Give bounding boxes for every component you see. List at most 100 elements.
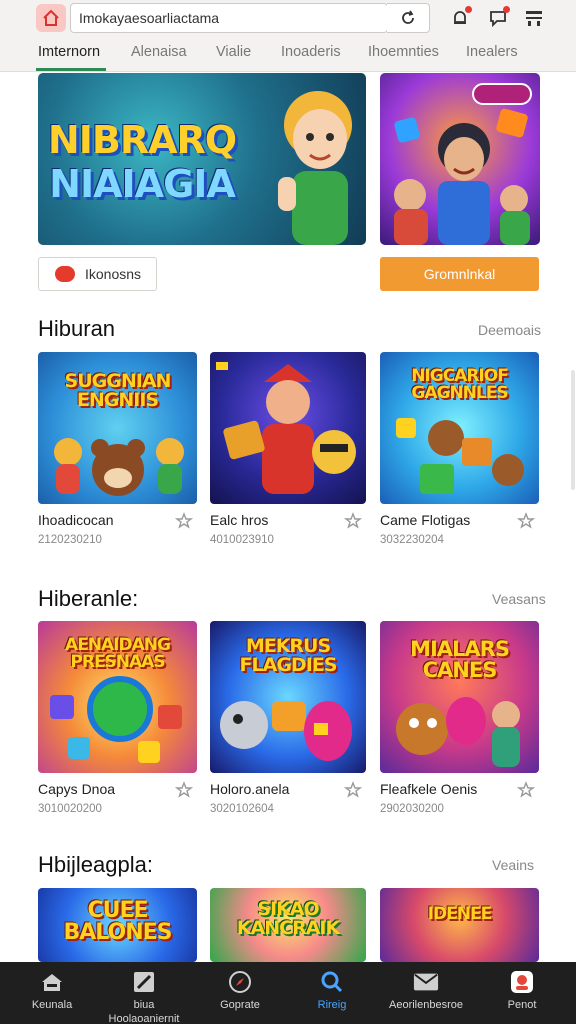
game-card[interactable]: CUEE BALONES bbox=[38, 888, 197, 962]
hero-outline-button[interactable]: Ikonosns bbox=[38, 257, 157, 291]
game-card[interactable]: SIKAO KANCRAIK bbox=[210, 888, 369, 962]
hero-badge bbox=[472, 83, 532, 105]
robot-characters-art bbox=[220, 701, 352, 761]
tab-0[interactable]: Imternorn bbox=[38, 44, 100, 60]
game-card[interactable]: IDENEE bbox=[380, 888, 539, 962]
nav-label: Aeorilenbesroe bbox=[389, 999, 463, 1011]
brush-icon bbox=[134, 972, 154, 992]
section-1-title: Hiburan bbox=[38, 316, 116, 341]
tab-5[interactable]: Inealers bbox=[466, 44, 518, 60]
house-icon bbox=[42, 974, 62, 991]
game-thumbnail: MEKRUS FLAGDIES bbox=[210, 621, 366, 773]
reload-icon bbox=[402, 10, 414, 24]
nav-item-profile[interactable]: Penot bbox=[474, 962, 570, 1024]
search-icon bbox=[321, 971, 343, 993]
chat-button[interactable] bbox=[486, 6, 510, 30]
menu-button[interactable] bbox=[522, 6, 546, 30]
nav-item-home[interactable]: Keunala bbox=[4, 962, 100, 1024]
bear-character bbox=[54, 438, 184, 496]
bear-boxes-art bbox=[396, 418, 524, 494]
reload-button[interactable] bbox=[387, 3, 430, 33]
nav-label: Penot bbox=[507, 999, 537, 1011]
section-1-link[interactable]: Deemoais bbox=[478, 322, 541, 338]
hero-side-characters bbox=[394, 108, 530, 245]
section-2-link[interactable]: Veasans bbox=[492, 591, 546, 607]
game-meta: 3020102604 bbox=[210, 803, 274, 815]
compass-icon bbox=[229, 971, 251, 993]
hero-orange-button[interactable]: Gromnlnkal bbox=[380, 257, 539, 291]
game-card[interactable]: MEKRUS FLAGDIES Holoro.anela 3020102604 bbox=[210, 621, 369, 815]
game-thumbnail: IDENEE bbox=[380, 888, 539, 962]
bookmark-star-icon[interactable] bbox=[344, 512, 362, 530]
nav-label: Goprate bbox=[220, 999, 260, 1011]
tab-1[interactable]: Alenaisa bbox=[131, 44, 187, 60]
nav-item-create[interactable]: biua Hoolaoaniernit bbox=[96, 962, 192, 1024]
hero-banner-side[interactable] bbox=[380, 73, 540, 245]
grid-menu-icon bbox=[526, 11, 542, 26]
tab-2[interactable]: Vialie bbox=[216, 44, 251, 60]
game-art-text: MEKRUS FLAGDIES bbox=[239, 635, 338, 676]
nav-label: Rireig bbox=[317, 999, 347, 1011]
section-3-title: Hbijleagpla: bbox=[38, 852, 153, 877]
tab-3[interactable]: Inoaderis bbox=[281, 44, 341, 60]
bookmark-star-icon[interactable] bbox=[344, 781, 362, 799]
nav-item-search[interactable]: Rireig bbox=[284, 962, 380, 1024]
adventure-characters-art bbox=[396, 697, 520, 767]
bookmark-star-icon[interactable] bbox=[517, 781, 535, 799]
game-thumbnail: AENAIDANG PRESNAAS bbox=[38, 621, 197, 773]
game-art-text: SUGGNIAN ENGNIIS bbox=[64, 370, 172, 411]
game-title: Fleafkele Oenis bbox=[380, 781, 478, 797]
tab-4[interactable]: Ihoemnties bbox=[368, 44, 439, 60]
game-meta: 4010023910 bbox=[210, 534, 274, 546]
game-title: Came Flotigas bbox=[380, 512, 471, 528]
hero-character-boy bbox=[278, 91, 352, 245]
game-title: Capys Dnoa bbox=[38, 781, 116, 797]
scrollbar[interactable] bbox=[571, 370, 575, 490]
game-title: Ihoadicocan bbox=[38, 512, 114, 528]
game-meta: 2902030200 bbox=[380, 803, 444, 815]
game-art-text: AENAIDANG PRESNAAS bbox=[65, 635, 171, 672]
bookmark-star-icon[interactable] bbox=[175, 512, 193, 530]
nav-item-explore[interactable]: Goprate bbox=[192, 962, 288, 1024]
bottom-navigation: Keunala biua Hoolaoaniernit Goprate Rire… bbox=[0, 962, 576, 1024]
browser-toolbar: Imokayaesoarliactama bbox=[0, 0, 576, 38]
game-meta: 3032230204 bbox=[380, 534, 444, 546]
game-meta: 2120230210 bbox=[38, 534, 102, 546]
chat-dot bbox=[503, 6, 510, 13]
home-icon bbox=[43, 9, 59, 26]
game-thumbnail: SUGGNIAN ENGNIIS bbox=[38, 352, 197, 504]
address-bar[interactable]: Imokayaesoarliactama bbox=[70, 3, 388, 33]
game-art-text: SIKAO KANCRAIK bbox=[236, 898, 340, 939]
hero-outline-button-label: Ikonosns bbox=[85, 266, 142, 282]
game-card[interactable]: MIALARS CANES Fleafkele Oenis 2902030200 bbox=[380, 621, 539, 815]
bookmark-star-icon[interactable] bbox=[517, 512, 535, 530]
bookmark-star-icon[interactable] bbox=[175, 781, 193, 799]
section-2-title: Hiberanle: bbox=[38, 586, 139, 611]
game-title: Ealc hros bbox=[210, 512, 269, 528]
notification-dot bbox=[465, 6, 472, 13]
notifications-button[interactable] bbox=[448, 6, 472, 30]
hero-art-line2: NIAIAGIA bbox=[49, 162, 236, 206]
game-card[interactable]: AENAIDANG PRESNAAS Capys Dnoa 3010020200 bbox=[38, 621, 197, 815]
game-art-text: NIGCARIOF GAGNNLES bbox=[411, 366, 509, 403]
globe-blocks-art bbox=[50, 676, 182, 763]
game-controller-icon bbox=[55, 266, 75, 282]
game-card[interactable]: NIGCARIOF GAGNNLES Came Flotigas 3032230… bbox=[380, 352, 539, 546]
game-thumbnail: NIGCARIOF GAGNNLES bbox=[380, 352, 539, 504]
game-art-text: IDENEE bbox=[427, 904, 493, 924]
game-thumbnail: MIALARS CANES bbox=[380, 621, 539, 773]
game-thumbnail: SIKAO KANCRAIK bbox=[210, 888, 366, 962]
category-tabs: Imternorn Alenaisa Vialie Inoaderis Ihoe… bbox=[0, 38, 576, 72]
game-title: Holoro.anela bbox=[210, 781, 290, 797]
nav-item-messages[interactable]: Aeorilenbesroe bbox=[378, 962, 474, 1024]
game-thumbnail: CUEE BALONES bbox=[38, 888, 197, 962]
hero-art-line1: NIBRARQ bbox=[47, 118, 237, 162]
active-tab-indicator bbox=[36, 68, 106, 71]
hero-banner-main[interactable]: NIBRARQ NIAIAGIA bbox=[38, 73, 366, 245]
home-button[interactable] bbox=[36, 4, 66, 32]
section-3-link[interactable]: Veains bbox=[492, 857, 534, 873]
game-card[interactable]: SUGGNIAN ENGNIIS Ihoadicocan 2120230210 bbox=[38, 352, 197, 546]
game-thumbnail bbox=[210, 352, 366, 504]
mail-icon bbox=[413, 973, 439, 991]
game-card[interactable]: Ealc hros 4010023910 bbox=[210, 352, 369, 546]
